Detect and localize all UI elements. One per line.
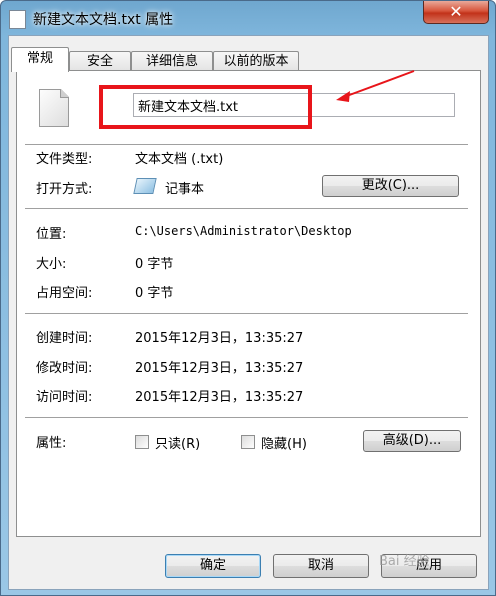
change-button[interactable]: 更改(C)... (322, 175, 459, 197)
modified-label: 修改时间: (36, 361, 93, 376)
location-value: C:\Users\Administrator\Desktop (135, 224, 352, 238)
hidden-checkbox[interactable]: 隐藏(H) (241, 433, 331, 452)
general-panel: 文件类型: 文本文档 (.txt) 打开方式: 记事本 更改(C)... 位置:… (16, 70, 481, 537)
size-value: 0 字节 (135, 257, 174, 272)
readonly-label: 只读(R) (155, 437, 201, 452)
location-label: 位置: (36, 227, 67, 242)
size-label: 大小: (36, 257, 67, 272)
separator (25, 313, 468, 314)
attributes-label: 属性: (36, 436, 67, 451)
tab-details[interactable]: 详细信息 (131, 51, 213, 71)
open-with-app: 记事本 (133, 177, 275, 197)
accessed-value: 2015年12月3日，13:35:27 (135, 390, 304, 405)
created-label: 创建时间: (36, 331, 93, 346)
annotation-highlight-box (99, 85, 312, 129)
text-file-icon (9, 10, 26, 29)
hidden-checkbox-box[interactable] (241, 435, 255, 449)
cancel-button[interactable]: 取消 (273, 554, 369, 578)
advanced-button[interactable]: 高级(D)... (363, 430, 461, 452)
annotation-arrow-icon (336, 70, 415, 102)
properties-window: 新建文本文档.txt 属性 ✕ 常规 安全 详细信息 以前的版本 文件类型: 文… (0, 0, 496, 596)
watermark: Bai 经验 (379, 554, 430, 569)
modified-value: 2015年12月3日，13:35:27 (135, 361, 304, 376)
close-button[interactable]: ✕ (423, 1, 489, 24)
size-on-disk-label: 占用空间: (36, 286, 93, 301)
open-with-value: 记事本 (165, 182, 205, 197)
accessed-label: 访问时间: (36, 390, 93, 405)
separator (25, 144, 468, 145)
title-bar[interactable]: 新建文本文档.txt 属性 ✕ (1, 1, 495, 35)
hidden-label: 隐藏(H) (261, 437, 307, 452)
separator (25, 417, 468, 418)
created-value: 2015年12月3日，13:35:27 (135, 331, 304, 346)
text-document-icon (39, 89, 69, 127)
tab-general[interactable]: 常规 (11, 47, 69, 72)
notepad-icon (133, 178, 157, 194)
window-title: 新建文本文档.txt 属性 (33, 12, 174, 28)
file-type-value: 文本文档 (.txt) (135, 152, 224, 167)
file-type-label: 文件类型: (36, 152, 93, 167)
open-with-label: 打开方式: (36, 182, 93, 197)
separator (25, 208, 468, 209)
size-on-disk-value: 0 字节 (135, 286, 174, 301)
tab-previous-versions[interactable]: 以前的版本 (213, 51, 299, 71)
readonly-checkbox-box[interactable] (135, 435, 149, 449)
ok-button[interactable]: 确定 (165, 554, 261, 578)
tab-security[interactable]: 安全 (69, 51, 131, 71)
readonly-checkbox[interactable]: 只读(R) (135, 433, 225, 452)
